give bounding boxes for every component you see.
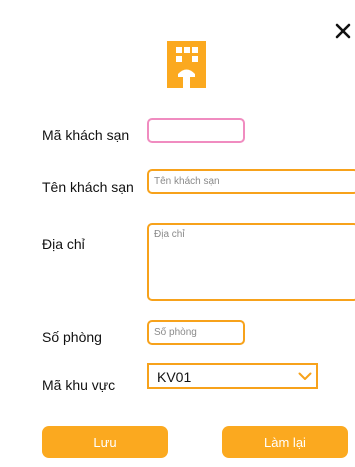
area-code-select[interactable]: KV01: [147, 363, 318, 389]
hotel-icon: [167, 38, 206, 88]
hotel-name-label: Tên khách sạn: [42, 179, 134, 195]
close-icon: [335, 23, 351, 39]
chevron-down-icon: [298, 372, 312, 380]
hotel-code-input[interactable]: [147, 118, 245, 143]
hotel-code-label: Mã khách sạn: [42, 127, 130, 143]
hotel-name-input[interactable]: [147, 169, 355, 194]
address-textarea[interactable]: [147, 223, 355, 301]
area-code-selected-value: KV01: [157, 369, 192, 385]
save-button[interactable]: Lưu: [42, 426, 168, 458]
room-count-input[interactable]: [147, 320, 245, 345]
address-label: Địa chỉ: [42, 236, 85, 252]
close-button[interactable]: [334, 22, 352, 40]
area-code-label: Mã khu vực: [42, 377, 116, 393]
room-count-label: Số phòng: [42, 329, 102, 345]
reset-button[interactable]: Làm lại: [222, 426, 348, 458]
